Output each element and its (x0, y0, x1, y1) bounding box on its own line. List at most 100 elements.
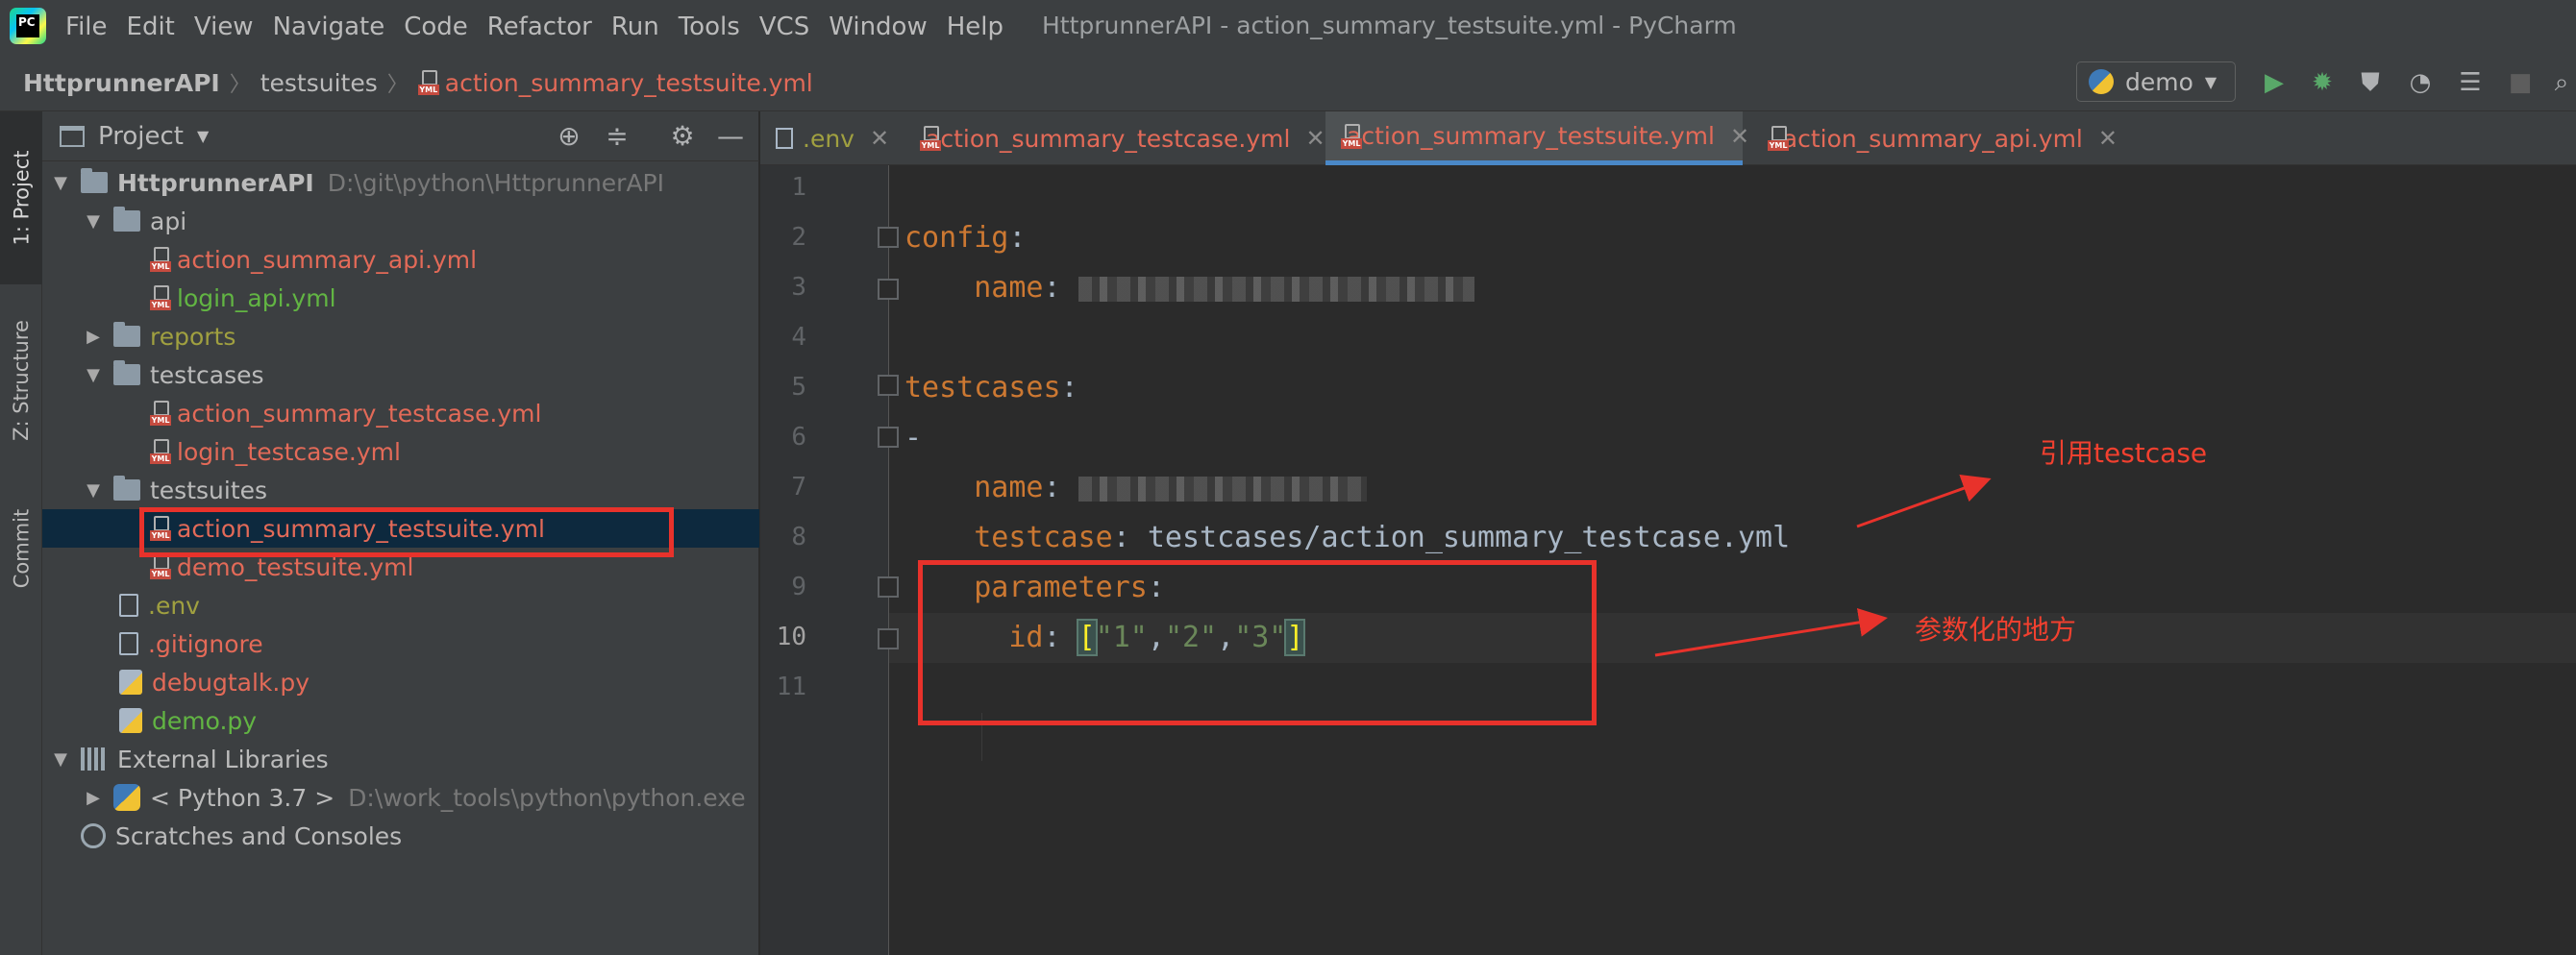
tree-folder-testsuites[interactable]: ▼ testsuites (42, 471, 759, 509)
tree-root-path: D:\git\python\HttprunnerAPI (327, 168, 665, 197)
collapsed-arrow-icon[interactable]: ▶ (83, 788, 104, 808)
menu-navigate[interactable]: Navigate (273, 12, 385, 41)
yaml-key: name (974, 471, 1044, 504)
stop-icon: ■ (2508, 68, 2533, 97)
redacted-value (1077, 476, 1367, 502)
yml-file-icon: YML (150, 285, 171, 310)
fold-marker-icon[interactable] (878, 279, 899, 300)
tool-tab-structure[interactable]: Z: Structure (0, 294, 42, 467)
tree-file-env[interactable]: .env (42, 586, 759, 624)
stop-button[interactable]: ■ (2505, 67, 2536, 98)
coverage-button[interactable]: ⛊ (2355, 67, 2386, 98)
fold-marker-icon[interactable] (878, 427, 899, 448)
collapsed-arrow-icon[interactable]: ▶ (83, 327, 104, 347)
project-view-select[interactable]: Project (98, 122, 184, 151)
tree-file-action-summary-api[interactable]: YML action_summary_api.yml (42, 240, 759, 279)
yml-file-icon: YML (150, 401, 171, 426)
expanded-arrow-icon[interactable]: ▼ (83, 365, 104, 385)
tree-file-gitignore[interactable]: .gitignore (42, 624, 759, 663)
editor-tab-bar: .env ✕ YML action_summary_testcase.yml ✕… (760, 111, 2576, 165)
tool-tab-project-label: 1: Project (10, 150, 33, 246)
fold-marker-icon[interactable] (878, 576, 899, 598)
tree-folder-api[interactable]: ▼ api (42, 202, 759, 240)
tree-file-login-testcase[interactable]: YML login_testcase.yml (42, 432, 759, 471)
tree-file-demo-py[interactable]: demo.py (42, 701, 759, 740)
text-file-icon (119, 632, 138, 655)
menu-vcs[interactable]: VCS (759, 12, 809, 41)
line-number: 4 (791, 323, 806, 352)
debug-button[interactable]: ✹ (2307, 67, 2338, 98)
window-title: HttprunnerAPI - action_summary_testsuite… (1042, 12, 1737, 39)
tool-tab-project[interactable]: 1: Project (0, 111, 42, 284)
tree-folder-reports[interactable]: ▶ reports (42, 317, 759, 355)
tree-scratches[interactable]: Scratches and Consoles (42, 817, 759, 855)
tree-external-libraries[interactable]: ▼ External Libraries (42, 740, 759, 778)
search-everywhere-button[interactable]: ⌕ (2549, 67, 2574, 98)
shield-icon: ⛊ (2361, 67, 2380, 97)
menu-help[interactable]: Help (947, 12, 1003, 41)
run-button[interactable]: ▶ (2259, 67, 2290, 98)
expanded-arrow-icon[interactable]: ▼ (50, 173, 71, 193)
profile-button[interactable]: ◔ (2405, 67, 2436, 98)
close-icon[interactable]: ✕ (2098, 125, 2118, 152)
menu-window[interactable]: Window (829, 12, 928, 41)
menubar: PC File Edit View Navigate Code Refactor… (0, 0, 2576, 54)
fold-marker-icon[interactable] (878, 628, 899, 649)
menu-file[interactable]: File (65, 12, 108, 41)
breadcrumb-folder[interactable]: testsuites (260, 69, 378, 97)
line-number: 11 (776, 673, 806, 701)
yaml-key: config (904, 221, 1009, 255)
run-configuration-select[interactable]: demo ▼ (2076, 61, 2236, 102)
menu-edit[interactable]: Edit (127, 12, 175, 41)
tree-file-login-api[interactable]: YML login_api.yml (42, 279, 759, 317)
tab-action-summary-api[interactable]: YML action_summary_api.yml ✕ (1752, 111, 2118, 165)
code-line-8: testcase: testcases/action_summary_testc… (974, 521, 1791, 554)
menu-run[interactable]: Run (611, 12, 659, 41)
expanded-arrow-icon[interactable]: ▼ (83, 211, 104, 232)
redacted-value (1077, 276, 1474, 302)
concurrency-button[interactable]: ☰ (2455, 67, 2486, 98)
close-icon[interactable]: ✕ (870, 125, 889, 152)
tree-root[interactable]: ▼ HttprunnerAPI D:\git\python\Httprunner… (42, 163, 759, 202)
close-icon[interactable]: ✕ (1730, 123, 1749, 150)
tree-file-label: .gitignore (148, 629, 263, 658)
tool-tab-commit[interactable]: Commit (0, 477, 42, 621)
fold-marker-icon[interactable] (878, 227, 899, 248)
logo-text: PC (16, 14, 39, 37)
tree-file-action-summary-testcase[interactable]: YML action_summary_testcase.yml (42, 394, 759, 432)
list-run-icon: ☰ (2459, 68, 2482, 97)
tab-action-summary-testsuite[interactable]: YML action_summary_testsuite.yml ✕ (1325, 111, 1749, 165)
gear-icon[interactable]: ⚙ (667, 121, 698, 152)
search-icon: ⌕ (2554, 67, 2569, 97)
menu-tools[interactable]: Tools (679, 12, 740, 41)
tree-folder-label: api (150, 207, 187, 235)
locate-icon[interactable]: ⊕ (554, 121, 584, 152)
breadcrumb-project[interactable]: HttprunnerAPI (23, 69, 220, 97)
play-icon: ▶ (2265, 68, 2284, 97)
annotation-testcase-ref: 引用testcase (2040, 437, 2208, 469)
code-line-3: name: (904, 271, 1474, 305)
tree-node-label: Scratches and Consoles (115, 821, 403, 850)
tree-folder-testcases[interactable]: ▼ testcases (42, 355, 759, 394)
breadcrumb-file[interactable]: action_summary_testsuite.yml (445, 69, 813, 97)
menu-refactor[interactable]: Refactor (487, 12, 592, 41)
expanded-arrow-icon[interactable]: ▼ (50, 749, 71, 770)
tab-action-summary-testcase[interactable]: YML action_summary_testcase.yml ✕ (904, 111, 1325, 165)
expanded-arrow-icon[interactable]: ▼ (83, 480, 104, 501)
line-number: 6 (791, 423, 806, 452)
menu-bar: File Edit View Navigate Code Refactor Ru… (65, 0, 1023, 54)
tab-env[interactable]: .env ✕ (760, 111, 895, 165)
caret-down-icon[interactable]: ▼ (197, 127, 209, 145)
fold-marker-icon[interactable] (878, 375, 899, 396)
minimize-icon[interactable]: — (715, 121, 746, 152)
yml-file-icon: YML (1768, 126, 1789, 151)
tree-folder-label: testcases (150, 360, 264, 389)
tree-file-debugtalk[interactable]: debugtalk.py (42, 663, 759, 701)
tree-python-sdk[interactable]: ▶ < Python 3.7 > D:\work_tools\python\py… (42, 778, 759, 817)
yaml-key: testcase (974, 521, 1113, 554)
menu-view[interactable]: View (194, 12, 254, 41)
collapse-all-icon[interactable]: ≑ (602, 121, 632, 152)
menu-code[interactable]: Code (404, 12, 468, 41)
python-file-icon (119, 670, 142, 695)
close-icon[interactable]: ✕ (1305, 125, 1325, 152)
